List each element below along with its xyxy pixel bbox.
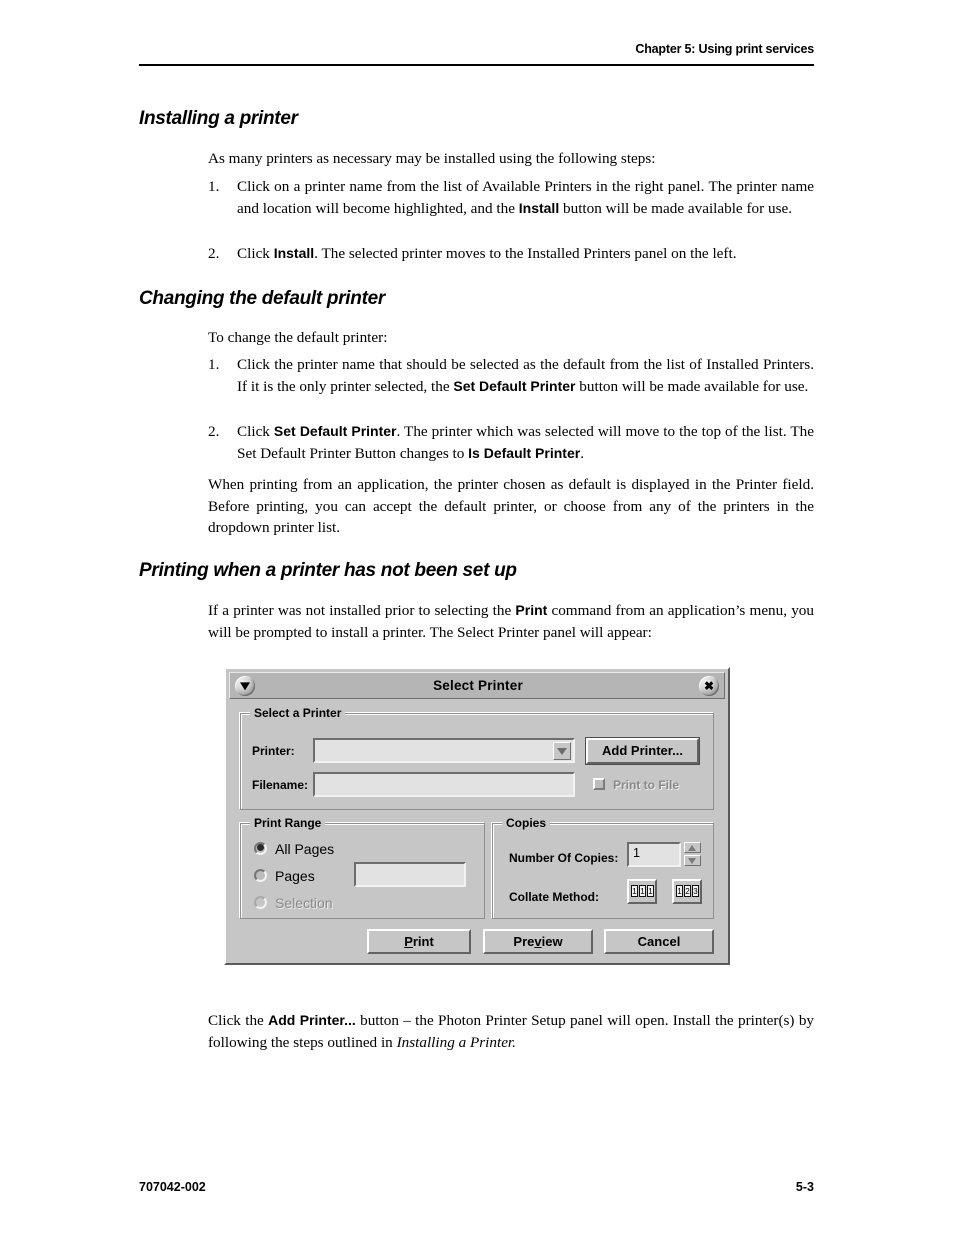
- filename-label: Filename:: [252, 778, 309, 792]
- section-heading-changing-the-default-printer: Changing the default printer: [139, 288, 385, 309]
- triangle-down-icon: [688, 858, 696, 864]
- section-3-after-figure: Click the Add Printer... button – the Ph…: [208, 1012, 815, 1051]
- close-x-icon: ✖: [703, 679, 715, 693]
- footer-page-number: 5-3: [795, 1180, 814, 1194]
- select-printer-dialog: Select Printer ✖ Select a Printer Printe…: [224, 667, 730, 965]
- list-item: 2. Click Install. The selected printer m…: [208, 243, 814, 265]
- print-button-label: Print: [404, 934, 434, 949]
- section-1-intro: As many printers as necessary may be ins…: [208, 150, 656, 167]
- preview-button[interactable]: Preview: [483, 929, 593, 954]
- list-item: 1. Click the printer name that should be…: [208, 354, 814, 397]
- close-button[interactable]: ✖: [699, 676, 719, 696]
- section-3-intro: If a printer was not installed prior to …: [208, 602, 814, 641]
- select-a-printer-group: Select a Printer Printer: Add Printer...…: [240, 706, 714, 810]
- chevron-down-icon[interactable]: [553, 742, 571, 760]
- running-header: Chapter 5: Using print services: [635, 42, 814, 56]
- radio-selection[interactable]: [254, 896, 267, 909]
- print-to-file-checkbox[interactable]: [593, 778, 605, 790]
- printer-label: Printer:: [252, 744, 295, 758]
- spinner-down-button[interactable]: [684, 855, 701, 866]
- page-glyph: 2: [684, 885, 691, 897]
- page-glyph: 1: [676, 885, 683, 897]
- copies-group: Copies Number Of Copies: 1 Collate Metho…: [492, 816, 714, 919]
- section-heading-installing-a-printer: Installing a printer: [139, 108, 298, 129]
- list-item-text: Click Set Default Printer. The printer w…: [237, 423, 815, 462]
- list-item-text: Click the printer name that should be se…: [237, 356, 814, 395]
- add-printer-button-label: Add Printer...: [602, 743, 683, 758]
- add-printer-button[interactable]: Add Printer...: [586, 738, 699, 764]
- page-glyph: 1: [631, 885, 638, 897]
- number-of-copies-label: Number Of Copies:: [509, 851, 619, 865]
- collated-pages-icon: 123: [676, 885, 699, 897]
- list-item: 1. Click on a printer name from the list…: [208, 176, 814, 219]
- print-to-file-label: Print to File: [613, 778, 679, 792]
- list-item-text: Click Install. The selected printer move…: [237, 245, 737, 262]
- print-range-group-label: Print Range: [250, 816, 326, 830]
- list-item-number: 2.: [208, 245, 220, 262]
- dialog-titlebar: Select Printer ✖: [229, 672, 725, 699]
- pages-range-input[interactable]: [354, 862, 466, 887]
- document-page: Chapter 5: Using print services Installi…: [0, 0, 954, 1235]
- collate-method-label: Collate Method:: [509, 890, 599, 904]
- cancel-button-label: Cancel: [637, 934, 681, 949]
- number-of-copies-value: 1: [633, 846, 640, 860]
- collate-collated-button[interactable]: 123: [672, 879, 702, 904]
- dialog-title: Select Printer: [433, 678, 523, 693]
- number-of-copies-input[interactable]: 1: [627, 842, 681, 867]
- section-2-intro: To change the default printer:: [208, 329, 388, 346]
- page-glyph: 1: [639, 885, 646, 897]
- spinner-up-button[interactable]: [684, 842, 701, 853]
- list-item-text: Click on a printer name from the list of…: [237, 178, 814, 217]
- preview-button-label: Preview: [513, 934, 563, 949]
- list-item-number: 2.: [208, 423, 220, 440]
- print-range-group: Print Range All Pages Pages Selection: [240, 816, 485, 919]
- list-item-number: 1.: [208, 178, 220, 195]
- collate-uncollated-button[interactable]: 111: [627, 879, 657, 904]
- filename-input[interactable]: [313, 772, 575, 797]
- radio-all-pages-label: All Pages: [275, 841, 335, 857]
- cancel-button[interactable]: Cancel: [604, 929, 714, 954]
- radio-selection-label: Selection: [275, 895, 333, 911]
- page-glyph: 1: [647, 885, 654, 897]
- triangle-up-icon: [688, 845, 696, 851]
- section-2-closing-paragraph: When printing from an application, the p…: [208, 476, 814, 536]
- section-heading-printing-when-a-printer-has-not-been-set-up: Printing when a printer has not been set…: [139, 560, 517, 581]
- header-rule: [139, 64, 814, 66]
- page-glyph: 3: [692, 885, 699, 897]
- uncollated-pages-icon: 111: [631, 885, 654, 897]
- list-item-number: 1.: [208, 356, 220, 373]
- list-item: 2. Click Set Default Printer. The printe…: [208, 421, 814, 464]
- copies-group-label: Copies: [502, 816, 551, 830]
- select-a-printer-group-label: Select a Printer: [250, 706, 346, 720]
- print-button[interactable]: Print: [367, 929, 471, 954]
- radio-pages[interactable]: [254, 869, 267, 882]
- printer-combobox[interactable]: [313, 738, 575, 763]
- radio-all-pages[interactable]: [254, 842, 267, 855]
- radio-pages-label: Pages: [275, 868, 315, 884]
